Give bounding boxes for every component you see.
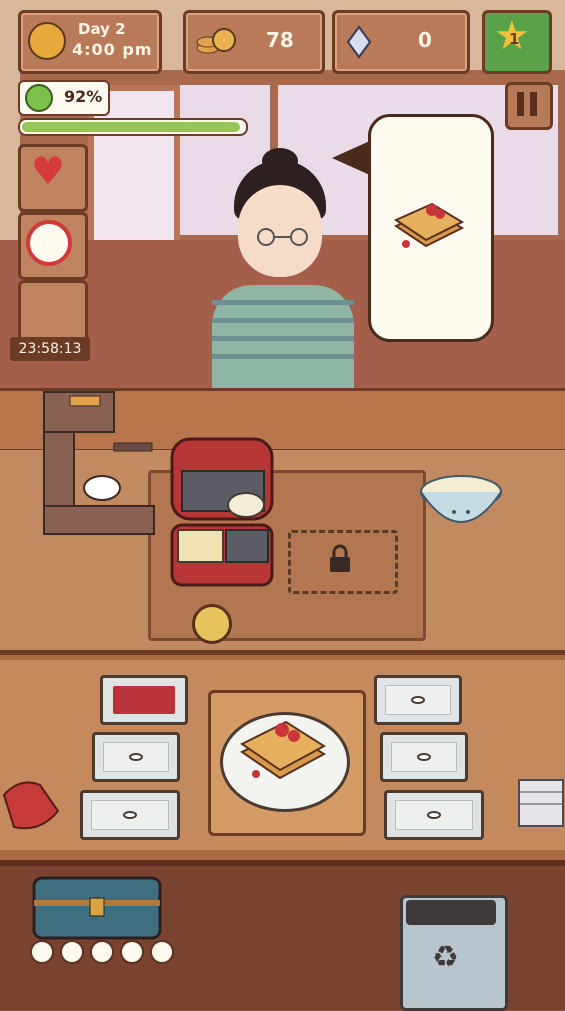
batter-bowl[interactable]	[418, 472, 504, 534]
offer-timer: 23:58:13	[10, 337, 90, 361]
empty-tray[interactable]	[380, 732, 468, 782]
gems-value: 0	[418, 28, 432, 52]
no-ads-icon	[26, 220, 72, 266]
pause-icon	[530, 92, 537, 116]
level-value: 1	[509, 30, 520, 48]
progress-dot	[30, 940, 54, 964]
waffle-iron[interactable]	[168, 435, 276, 600]
satisfaction-value: 92%	[64, 87, 103, 106]
treasure-chest-icon[interactable]	[30, 870, 164, 942]
strawberries	[113, 686, 175, 714]
empty-tray[interactable]	[374, 675, 462, 725]
empty-tray[interactable]	[384, 790, 484, 840]
chest-progress	[30, 940, 180, 968]
plated-waffle-icon[interactable]	[236, 718, 330, 786]
day-label: Day 2	[78, 20, 126, 38]
napkins-stack	[518, 779, 564, 827]
pause-button[interactable]	[505, 82, 553, 130]
smiley-face-icon	[25, 84, 53, 112]
progress-dot	[120, 940, 144, 964]
sun-icon	[28, 22, 66, 60]
strawberry-tray[interactable]	[100, 675, 188, 725]
sweater-stripe	[212, 318, 354, 323]
progress-dot	[60, 940, 84, 964]
heart-icon: ♥	[31, 149, 66, 193]
glasses-icon	[257, 228, 308, 246]
empty-tray[interactable]	[92, 732, 180, 782]
order-waffle-icon	[393, 202, 465, 248]
trash-bin-lid	[406, 900, 496, 925]
empty-tray[interactable]	[80, 790, 180, 840]
speech-bubble-tail	[332, 140, 372, 176]
coin-stack-icon	[196, 28, 236, 54]
time-label: 4:00 pm	[72, 40, 153, 59]
lock-icon	[330, 544, 350, 572]
sweater-stripe	[212, 336, 354, 341]
coins-value: 78	[266, 28, 294, 52]
tea-set-offer-button[interactable]	[18, 280, 88, 342]
patience-bar-fill	[22, 122, 240, 132]
progress-dot	[90, 940, 114, 964]
coffee-machine[interactable]	[40, 388, 160, 538]
recycle-icon: ♻	[432, 940, 459, 975]
pause-icon	[517, 92, 524, 116]
gem-icon	[346, 25, 372, 59]
progress-dot	[150, 940, 174, 964]
oven-mitt	[2, 781, 60, 830]
sweater-stripe	[212, 354, 354, 359]
cook-timer-icon	[192, 604, 232, 644]
sweater-stripe	[212, 300, 354, 305]
